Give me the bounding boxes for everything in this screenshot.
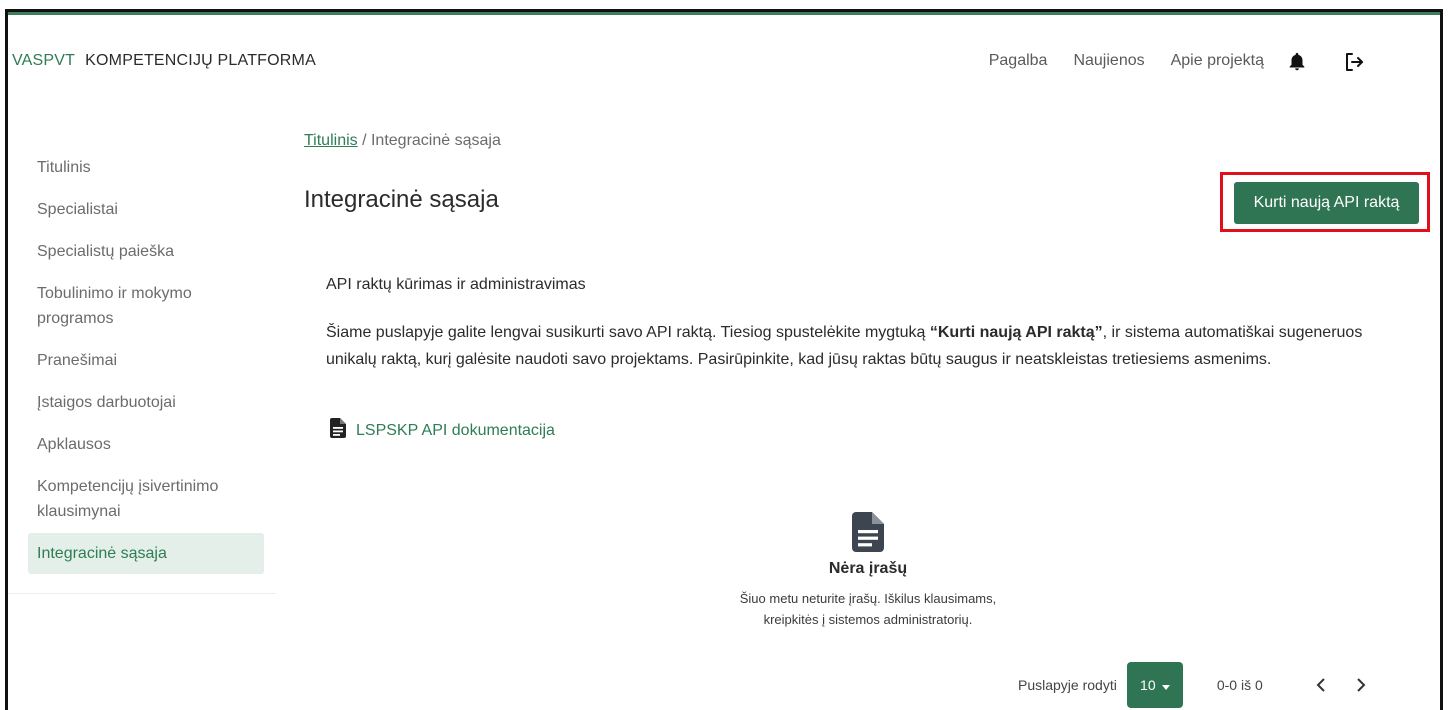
description-prefix: Šiame puslapyje galite lengvai susikurti… (326, 324, 930, 341)
api-docs-link-label: LSPSKP API dokumentacija (356, 421, 555, 439)
page-size-value: 10 (1140, 677, 1156, 693)
sidebar: Titulinis Specialistai Specialistų paieš… (28, 147, 264, 575)
brand-name: VASPVT (12, 52, 76, 69)
empty-state-line2: kreipkitės į sistemos administratorių. (763, 612, 973, 627)
app-window: VASPVT KOMPETENCIJŲ PLATFORMA Pagalba Nau… (5, 9, 1443, 710)
sidebar-item-notifications[interactable]: Pranešimai (28, 340, 264, 381)
sidebar-item-employees[interactable]: Įstaigos darbuotojai (28, 382, 264, 423)
sidebar-item-specialist-search[interactable]: Specialistų paieška (28, 231, 264, 272)
description-text: Šiame puslapyje galite lengvai susikurti… (326, 319, 1406, 373)
sidebar-divider (8, 593, 276, 594)
description-bold: “Kurti naują API raktą” (929, 324, 1103, 341)
pagination: Puslapyje rodyti 10 0-0 iš 0 (1018, 662, 1391, 708)
empty-state: Nėra įrašų Šiuo metu neturite įrašų. Išk… (658, 512, 1078, 630)
page-title: Integracinė sąsaja (304, 186, 499, 213)
sidebar-item-integration[interactable]: Integracinė sąsaja (28, 533, 264, 574)
breadcrumb-separator: / (357, 132, 371, 149)
empty-state-title: Nėra įrašų (828, 560, 908, 577)
breadcrumb-current: Integracinė sąsaja (370, 132, 501, 149)
breadcrumb: Titulinis / Integracinė sąsaja (304, 132, 501, 150)
section-subtitle: API raktų kūrimas ir administravimas (326, 276, 586, 293)
bell-icon[interactable] (1286, 51, 1308, 73)
page-size-select[interactable]: 10 (1126, 662, 1183, 708)
caret-down-icon (1161, 677, 1170, 693)
api-docs-link[interactable]: LSPSKP API dokumentacija (330, 418, 555, 443)
nav-news[interactable]: Naujienos (1073, 52, 1144, 70)
nav-about[interactable]: Apie projektą (1171, 52, 1264, 70)
chevron-right-icon[interactable] (1351, 675, 1371, 695)
app-logo[interactable]: VASPVT KOMPETENCIJŲ PLATFORMA (12, 52, 316, 70)
empty-state-text: Šiuo metu neturite įrašų. Iškilus klausi… (658, 588, 1078, 630)
top-accent-line (8, 12, 1440, 15)
logout-icon[interactable] (1342, 50, 1366, 74)
top-navigation: Pagalba Naujienos Apie projektą (989, 52, 1264, 70)
page-size-label: Puslapyje rodyti (1018, 677, 1117, 693)
breadcrumb-home-link[interactable]: Titulinis (304, 132, 358, 149)
create-api-key-button[interactable]: Kurti naują API raktą (1234, 182, 1419, 224)
sidebar-item-titulinis[interactable]: Titulinis (28, 147, 264, 188)
platform-name: KOMPETENCIJŲ PLATFORMA (85, 52, 316, 69)
empty-document-icon (851, 512, 885, 552)
page-range: 0-0 iš 0 (1216, 677, 1263, 693)
sidebar-item-surveys[interactable]: Apklausos (28, 424, 264, 465)
sidebar-item-training-programs[interactable]: Tobulinimo ir mokymo programos (28, 273, 264, 339)
sidebar-item-specialistai[interactable]: Specialistai (28, 189, 264, 230)
document-icon (330, 418, 346, 443)
empty-state-line1: Šiuo metu neturite įrašų. Iškilus klausi… (739, 591, 997, 606)
chevron-left-icon[interactable] (1311, 675, 1331, 695)
sidebar-item-competency-questionnaires[interactable]: Kompetencijų įsivertinimo klausimynai (28, 466, 264, 532)
nav-help[interactable]: Pagalba (989, 52, 1048, 70)
